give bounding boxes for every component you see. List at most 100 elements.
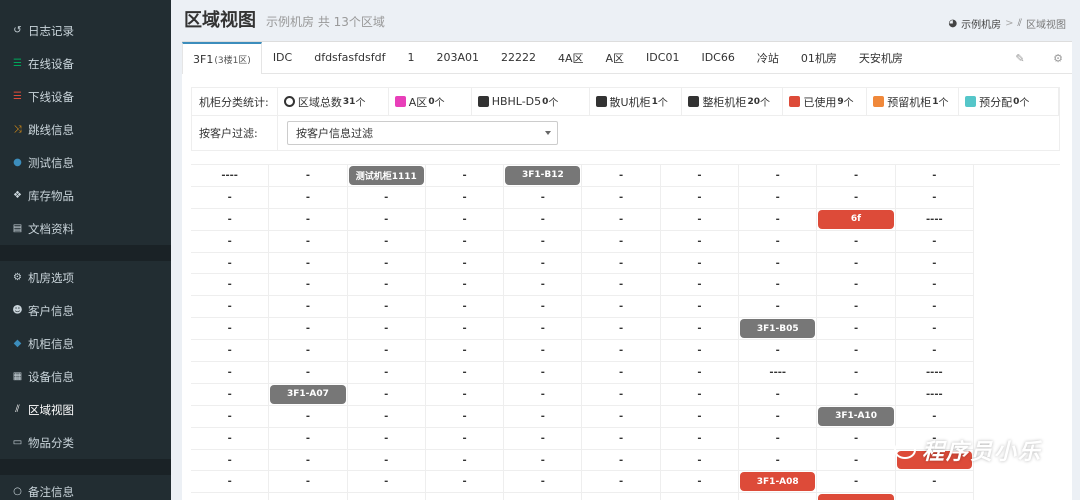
cabinet-cell[interactable]: - <box>817 252 896 275</box>
cabinet-cell[interactable]: - <box>817 186 896 209</box>
cabinet-cell[interactable]: - <box>582 362 661 384</box>
cabinet-cell[interactable]: - <box>191 274 270 297</box>
sidebar-item[interactable]: ▦ 设备信息 <box>0 360 171 393</box>
sidebar-item[interactable]: ◆ 机柜信息 <box>0 327 171 360</box>
cabinet-cell[interactable]: - <box>191 493 270 500</box>
cabinet-cell[interactable]: - <box>660 427 740 450</box>
cabinet-cell[interactable]: - <box>582 186 661 209</box>
cabinet-cell[interactable]: - <box>269 362 348 384</box>
tab[interactable]: 3F1 (3楼1区) <box>182 42 262 74</box>
cabinet-cell[interactable]: - <box>582 471 661 494</box>
cabinet-cell[interactable]: - <box>817 274 896 297</box>
cabinet-cell[interactable]: - <box>425 383 505 406</box>
cabinet-cell[interactable]: - <box>191 296 270 319</box>
cabinet-cell[interactable]: - <box>425 208 505 231</box>
cabinet-cell[interactable]: - <box>817 427 896 450</box>
cabinet-cell[interactable]: - <box>269 471 348 494</box>
cabinet-cell[interactable]: - <box>191 252 270 275</box>
tab[interactable]: IDC01 <box>635 42 690 73</box>
cabinet-cell[interactable]: - <box>269 318 348 341</box>
cabinet-cell[interactable]: - <box>739 493 818 500</box>
cabinet-cell[interactable]: - <box>347 252 426 275</box>
sidebar-item[interactable]: ❖ 库存物品 <box>0 179 171 212</box>
sidebar-item[interactable]: ⫽ 区域视图 <box>0 393 171 426</box>
stat-item[interactable]: 预分配 0个 <box>959 88 1060 115</box>
edit-icon[interactable]: ✎ <box>1014 52 1026 65</box>
cabinet-cell[interactable]: - <box>425 318 505 341</box>
sidebar-item[interactable]: ▭ 物品分类 <box>0 426 171 459</box>
cabinet-cell[interactable]: - <box>191 471 270 494</box>
cabinet-cell[interactable]: 3F1-B12 <box>504 165 583 187</box>
sidebar-item[interactable]: ▤ 文档资料 <box>0 212 171 245</box>
cabinet-cell[interactable]: - <box>425 252 505 275</box>
customer-filter-select[interactable]: 按客户信息过滤 <box>287 121 558 145</box>
cabinet-cell[interactable]: - <box>896 493 974 500</box>
cabinet-cell[interactable]: - <box>895 230 974 253</box>
cabinet-cell[interactable]: - <box>739 405 818 428</box>
cabinet-cell[interactable]: - <box>895 252 974 275</box>
cabinet-cell[interactable]: - <box>425 449 505 472</box>
cabinet-cell[interactable]: - <box>269 493 348 500</box>
cabinet-cell[interactable]: - <box>269 186 348 209</box>
cabinet-cell[interactable]: - <box>425 427 505 450</box>
cabinet-cell[interactable]: - <box>817 340 896 363</box>
cabinet-cell[interactable]: - <box>739 252 818 275</box>
cabinet-cell[interactable]: - <box>582 449 661 472</box>
cabinet-chip[interactable]: 6f <box>818 209 894 229</box>
cabinet-cell[interactable]: - <box>269 208 348 231</box>
cabinet-cell[interactable]: - <box>582 296 661 319</box>
cabinet-chip[interactable]: 3F1-B05 <box>740 319 816 339</box>
cabinet-cell[interactable]: - <box>582 493 661 500</box>
cabinet-cell[interactable]: - <box>817 230 896 253</box>
cabinet-cell[interactable]: - <box>191 383 270 406</box>
cabinet-cell[interactable]: - <box>660 165 740 187</box>
cabinet-cell[interactable]: - <box>504 383 583 406</box>
cabinet-cell[interactable]: - <box>895 274 974 297</box>
cabinet-cell[interactable]: - <box>347 449 426 472</box>
cabinet-cell[interactable]: - <box>347 318 426 341</box>
cabinet-cell[interactable]: - <box>425 340 505 363</box>
cabinet-cell[interactable]: - <box>660 449 740 472</box>
cabinet-cell[interactable]: - <box>817 471 896 494</box>
tab[interactable]: 4A区 <box>547 42 595 73</box>
cabinet-cell[interactable]: - <box>425 165 505 187</box>
cabinet-cell[interactable]: - <box>739 230 818 253</box>
cabinet-cell[interactable]: - <box>817 296 896 319</box>
cabinet-cell[interactable]: - <box>504 252 583 275</box>
cabinet-cell[interactable]: - <box>895 471 974 494</box>
cabinet-chip[interactable]: 3F1-A08 <box>740 472 816 492</box>
cabinet-cell[interactable]: - <box>191 362 270 384</box>
cabinet-cell[interactable]: - <box>895 186 974 209</box>
cabinet-cell[interactable]: - <box>739 383 818 406</box>
cabinet-cell[interactable]: - <box>739 449 818 472</box>
cabinet-cell[interactable]: - <box>269 165 348 187</box>
cabinet-cell[interactable]: - <box>582 165 661 187</box>
stat-item[interactable]: 已使用 9个 <box>783 88 868 115</box>
sidebar-item[interactable]: ⤨ 跳线信息 <box>0 113 171 146</box>
cabinet-cell[interactable]: - <box>347 362 426 384</box>
cabinet-cell[interactable]: - <box>582 230 661 253</box>
sidebar-item[interactable]: ● 测试信息 <box>0 146 171 179</box>
cabinet-cell[interactable]: - <box>191 340 270 363</box>
cabinet-cell[interactable]: - <box>739 340 818 363</box>
cabinet-cell[interactable]: - <box>504 427 583 450</box>
cabinet-cell[interactable]: - <box>347 230 426 253</box>
cabinet-cell[interactable]: - <box>504 405 583 428</box>
cabinet-cell[interactable]: - <box>347 383 426 406</box>
cabinet-cell[interactable]: - <box>660 318 740 341</box>
cabinet-cell[interactable]: - <box>817 362 896 384</box>
cabinet-cell[interactable]: - <box>660 471 740 494</box>
cabinet-cell[interactable]: - <box>582 252 661 275</box>
cabinet-cell[interactable]: - <box>269 274 348 297</box>
cabinet-chip[interactable] <box>818 494 894 500</box>
cabinet-cell[interactable]: - <box>425 362 505 384</box>
cabinet-cell[interactable]: - <box>347 186 426 209</box>
cabinet-cell[interactable]: - <box>739 274 818 297</box>
cabinet-cell[interactable] <box>817 493 896 500</box>
sidebar-item[interactable]: ☰ 下线设备 <box>0 80 171 113</box>
cabinet-cell[interactable]: - <box>739 296 818 319</box>
cabinet-cell[interactable]: - <box>269 405 348 428</box>
cabinet-cell[interactable]: - <box>582 340 661 363</box>
cabinet-cell[interactable]: - <box>191 208 270 231</box>
stat-item[interactable]: 预留机柜 1个 <box>867 88 960 115</box>
